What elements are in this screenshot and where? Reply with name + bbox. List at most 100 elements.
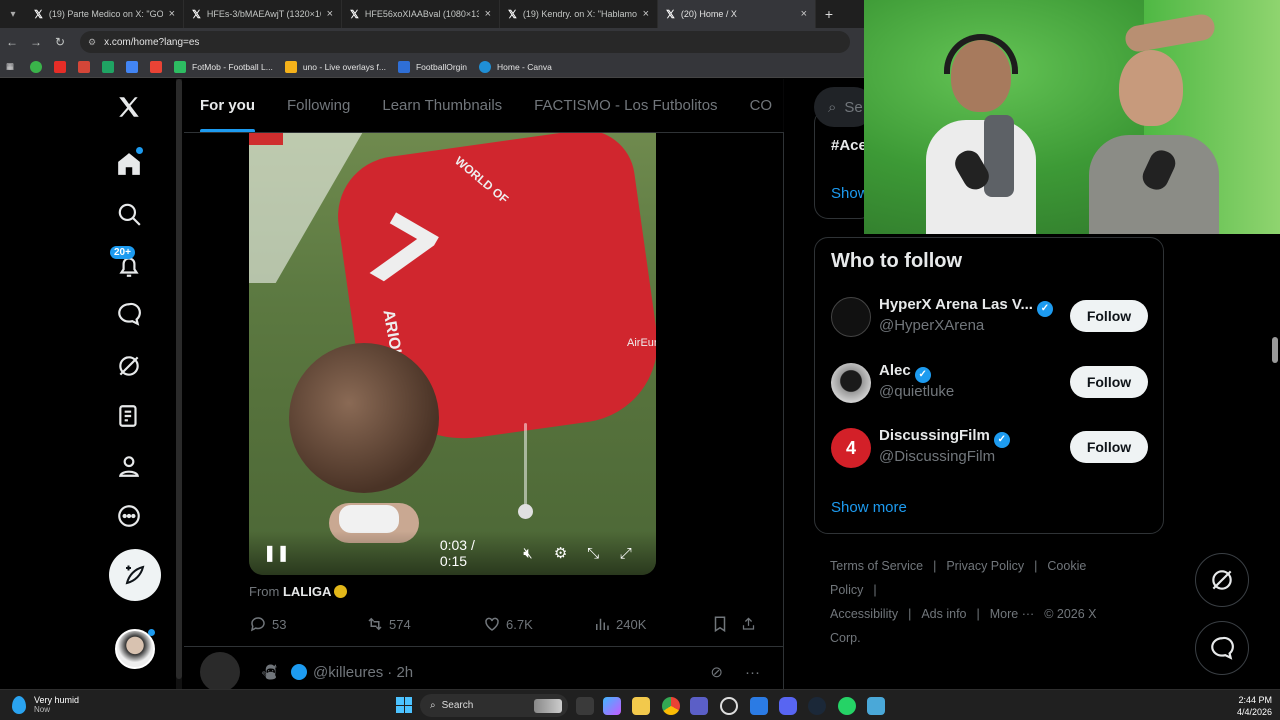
bookmark-item[interactable]: uno - Live overlays f... <box>279 60 386 73</box>
file-explorer-icon[interactable] <box>632 697 650 715</box>
task-view-icon[interactable] <box>576 697 594 715</box>
taskbar-search[interactable]: ⌕ Search <box>420 694 568 717</box>
footballorgin-icon <box>397 60 410 73</box>
docs-icon[interactable] <box>126 60 139 73</box>
fullscreen-icon[interactable]: ⤢ <box>609 545 642 562</box>
follow-button[interactable]: Follow <box>1070 431 1148 463</box>
store-icon[interactable] <box>750 697 768 715</box>
show-more-link[interactable]: Show more <box>831 499 907 516</box>
streamer-right <box>1089 12 1219 234</box>
copilot-icon[interactable] <box>603 697 621 715</box>
x-logo-icon[interactable] <box>114 92 144 122</box>
account-unread-dot <box>148 629 155 636</box>
browser-tab-active[interactable]: 𝕏 (20) Home / X × <box>658 0 816 28</box>
volume-slider-handle[interactable] <box>518 504 533 519</box>
grok-icon[interactable] <box>114 351 144 381</box>
follow-suggestion[interactable]: HyperX Arena Las V... ✓ @HyperXArena Foll… <box>831 296 1151 338</box>
notepad-icon[interactable] <box>867 697 885 715</box>
system-clock[interactable]: 2:44 PM 4/4/2026 <box>1216 694 1272 718</box>
reply-button[interactable]: 53 <box>249 615 366 633</box>
like-button[interactable]: 6.7K <box>483 615 593 633</box>
close-tab-icon[interactable]: × <box>485 8 491 20</box>
follow-suggestion[interactable]: Alec ✓ @quietluke Follow <box>831 362 1151 404</box>
bookmark-item[interactable]: Home - Canva <box>473 60 552 73</box>
repost-button[interactable]: 574 <box>366 615 483 633</box>
canva-icon <box>479 60 492 73</box>
tab-learn-thumbnails[interactable]: Learn Thumbnails <box>366 79 518 132</box>
bookmark-icon[interactable] <box>150 60 163 73</box>
browser-tab[interactable]: 𝕏HFE56xoXIAABval (1080×1350)× <box>342 0 500 28</box>
browser-tab[interactable]: 𝕏(19) Parte Medico on X: "GOL D× <box>26 0 184 28</box>
picture-in-picture-icon[interactable]: ⤡ <box>577 545 610 562</box>
teams-icon[interactable] <box>690 697 708 715</box>
browser-tab-bar: ▾ 𝕏(19) Parte Medico on X: "GOL D× 𝕏HFEs… <box>0 0 864 28</box>
tweet-video[interactable]: 7 WORLD OF ARIOI AirEur ❚❚ 0:03 / 0:15 🔇… <box>249 133 656 575</box>
post-button[interactable] <box>109 549 161 601</box>
start-button[interactable] <box>396 697 412 713</box>
whatsapp-icon[interactable] <box>838 697 856 715</box>
mute-icon[interactable]: 🔇︎ <box>512 545 545 562</box>
lists-icon[interactable] <box>114 401 144 431</box>
search-icon[interactable] <box>114 199 144 229</box>
next-tweet-time: · 2h <box>387 663 414 681</box>
next-tweet-avatar[interactable] <box>200 652 240 692</box>
share-button[interactable] <box>741 615 761 633</box>
bookmark-button[interactable] <box>711 615 741 633</box>
volume-slider-track[interactable] <box>524 423 527 513</box>
tab-co[interactable]: CO <box>734 79 784 132</box>
trend-hashtag[interactable]: #Ace <box>831 137 867 154</box>
messages-icon[interactable] <box>114 299 144 329</box>
tab-factismo[interactable]: FACTISMO - Los Futbolitos <box>518 79 733 132</box>
gmail-icon[interactable] <box>78 60 91 73</box>
site-info-icon[interactable]: ⚙ <box>88 37 96 48</box>
trend-show-link[interactable]: Show <box>831 185 869 202</box>
verified-icon: ✓ <box>1036 301 1053 317</box>
grok-icon[interactable]: ⊘ <box>710 663 723 681</box>
address-bar[interactable]: ⚙ x.com/home?lang=es <box>80 31 850 53</box>
more-link[interactable]: More ··· <box>990 607 1034 621</box>
pause-icon[interactable]: ❚❚ <box>263 543 290 563</box>
follow-button[interactable]: Follow <box>1070 366 1148 398</box>
chrome-icon[interactable] <box>662 697 680 715</box>
tab-search-button[interactable]: ▾ <box>0 0 26 28</box>
drive-icon[interactable] <box>102 60 115 73</box>
next-tweet-handle[interactable]: @killeures <box>313 664 383 681</box>
new-tab-button[interactable]: + <box>816 6 842 22</box>
steam-icon[interactable] <box>808 697 826 715</box>
close-tab-icon[interactable]: × <box>327 8 333 20</box>
close-tab-icon[interactable]: × <box>169 8 175 20</box>
weather-widget[interactable]: Very humid Now <box>12 695 79 714</box>
privacy-link[interactable]: Privacy Policy <box>946 559 1024 573</box>
settings-icon[interactable]: ⚙ <box>544 544 577 562</box>
follow-button[interactable]: Follow <box>1070 300 1148 332</box>
bookmark-item[interactable]: FotMob - Football L... <box>168 60 273 73</box>
follow-suggestion[interactable]: 4 DiscussingFilm ✓ @DiscussingFilm Follow <box>831 427 1151 469</box>
tab-for-you[interactable]: For you <box>184 79 271 132</box>
ads-info-link[interactable]: Ads info <box>921 607 966 621</box>
terms-link[interactable]: Terms of Service <box>830 559 923 573</box>
messages-fab-button[interactable] <box>1195 621 1249 675</box>
nav-scrollbar[interactable] <box>176 79 182 689</box>
close-tab-icon[interactable]: × <box>643 8 649 20</box>
youtube-icon[interactable] <box>54 60 67 73</box>
back-icon[interactable]: ← <box>0 35 24 49</box>
bookmark-item[interactable]: FootballOrgin <box>392 60 467 73</box>
browser-tab[interactable]: 𝕏(19) Kendry. on X: "Hablamos m× <box>500 0 658 28</box>
tab-following[interactable]: Following <box>271 79 366 132</box>
accessibility-link[interactable]: Accessibility <box>830 607 898 621</box>
bookmark-icon[interactable] <box>30 60 43 73</box>
grok-fab-button[interactable] <box>1195 553 1249 607</box>
more-options-icon[interactable]: ··· <box>745 664 760 681</box>
close-tab-icon[interactable]: × <box>801 8 807 20</box>
app-icon[interactable] <box>720 697 738 715</box>
forward-icon[interactable]: → <box>24 35 48 49</box>
profile-icon[interactable] <box>114 451 144 481</box>
video-source: From LALIGA <box>249 584 348 599</box>
views-button[interactable]: 240K <box>593 615 711 633</box>
discord-icon[interactable] <box>779 697 797 715</box>
more-icon[interactable] <box>114 501 144 531</box>
reload-icon[interactable]: ↻ <box>48 35 72 49</box>
browser-tab[interactable]: 𝕏HFEs-3/bMAEAwjT (1320×1637× <box>184 0 342 28</box>
source-account-link[interactable]: LALIGA <box>283 584 331 599</box>
apps-icon[interactable]: ▦ <box>6 61 14 72</box>
